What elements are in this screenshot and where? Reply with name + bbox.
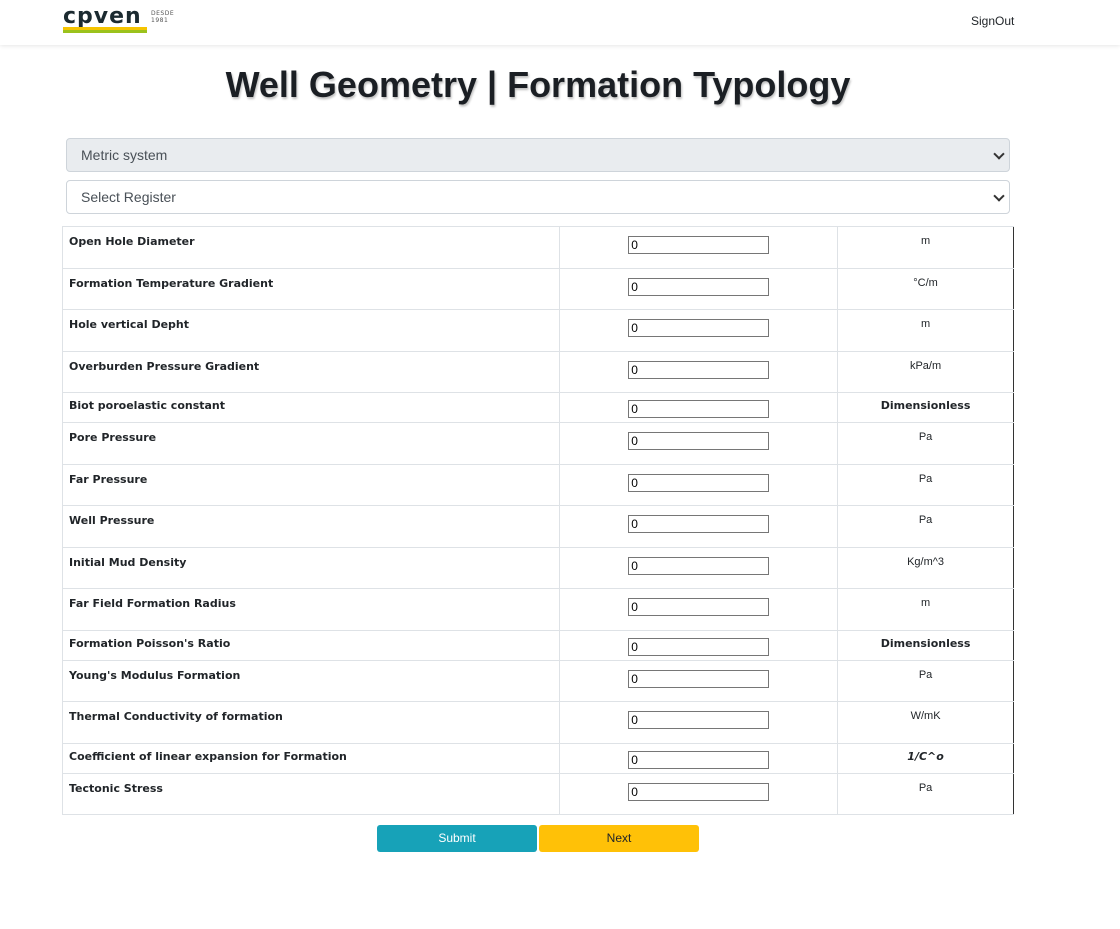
parameter-value-input[interactable]	[628, 598, 770, 616]
logo-since-text: DESDE 1981	[151, 10, 175, 24]
submit-button[interactable]: Submit	[377, 825, 537, 852]
parameter-unit: 1/C^o	[837, 742, 1014, 774]
parameter-value-input[interactable]	[628, 432, 770, 450]
parameter-unit: Kg/m^3	[837, 546, 1014, 589]
table-row: Biot poroelastic constant Dimensionless	[61, 392, 1014, 423]
parameter-input-cell	[559, 629, 838, 661]
parameter-value-input[interactable]	[628, 360, 770, 379]
parameter-unit: Dimensionless	[837, 629, 1014, 661]
parameter-value-input[interactable]	[628, 236, 770, 254]
parameter-input-cell	[559, 588, 838, 631]
parameter-label: Open Hole Diameter	[61, 226, 560, 269]
parameter-unit: W/mK	[837, 701, 1014, 744]
register-select[interactable]: Select Register	[66, 180, 1010, 214]
parameter-unit: Pa	[837, 422, 1014, 465]
logo-green-stripe	[63, 30, 147, 33]
table-row: Tectonic Stress Pa	[61, 772, 1014, 815]
parameter-value-input[interactable]	[628, 669, 770, 688]
parameter-input-cell	[559, 701, 838, 744]
table-row: Coefficient of linear expansion for Form…	[61, 742, 1014, 774]
parameter-label: Formation Temperature Gradient	[61, 267, 560, 310]
parameter-unit: m	[837, 588, 1014, 631]
table-row: Thermal Conductivity of formation W/mK	[61, 701, 1014, 744]
table-row: Far Pressure Pa	[61, 463, 1014, 506]
parameter-unit: kPa/m	[837, 350, 1014, 393]
signout-link[interactable]: SignOut	[971, 14, 1014, 28]
unit-system-select[interactable]: Metric system	[66, 138, 1010, 172]
page-title: Well Geometry | Formation Typology	[225, 64, 851, 105]
parameter-input-cell	[559, 422, 838, 465]
parameter-input-cell	[559, 226, 838, 269]
parameter-value-input[interactable]	[628, 637, 770, 656]
parameter-label: Coefficient of linear expansion for Form…	[61, 742, 560, 774]
parameter-input-cell	[559, 267, 838, 310]
table-row: Far Field Formation Radius m	[61, 588, 1014, 631]
parameter-input-cell	[559, 772, 838, 815]
parameter-label: Pore Pressure	[61, 422, 560, 465]
parameter-input-cell	[559, 392, 838, 423]
parameter-input-cell	[559, 546, 838, 589]
parameter-unit: Dimensionless	[837, 392, 1014, 423]
parameter-value-input[interactable]	[628, 400, 770, 418]
parameter-input-cell	[559, 505, 838, 548]
chevron-down-icon	[993, 190, 1005, 202]
parameter-label: Far Pressure	[61, 463, 560, 506]
parameter-unit: m	[837, 226, 1014, 269]
unit-system-value: Metric system	[81, 147, 168, 163]
parameter-label: Overburden Pressure Gradient	[61, 350, 560, 393]
parameter-unit: Pa	[837, 505, 1014, 548]
parameter-label: Well Pressure	[61, 505, 560, 548]
top-navbar: cpven DESDE 1981 SignOut	[0, 0, 1120, 45]
parameter-value-input[interactable]	[628, 473, 770, 492]
parameter-value-input[interactable]	[628, 750, 770, 769]
parameter-input-cell	[559, 309, 838, 352]
register-value: Select Register	[81, 189, 176, 205]
table-row: Hole vertical Depht m	[61, 309, 1014, 352]
parameter-label: Formation Poisson's Ratio	[61, 629, 560, 661]
parameter-label: Initial Mud Density	[61, 546, 560, 589]
parameter-unit: °C/m	[837, 267, 1014, 310]
table-row: Young's Modulus Formation Pa	[61, 659, 1014, 702]
parameter-label: Far Field Formation Radius	[61, 588, 560, 631]
parameters-table: Open Hole DiametermFormation Temperature…	[61, 226, 1014, 815]
table-row: Formation Temperature Gradient °C/m	[61, 267, 1014, 310]
parameter-label: Tectonic Stress	[61, 772, 560, 815]
parameter-input-cell	[559, 350, 838, 393]
parameter-unit: Pa	[837, 659, 1014, 702]
parameter-input-cell	[559, 742, 838, 774]
parameter-value-input[interactable]	[628, 515, 770, 533]
parameter-input-cell	[559, 659, 838, 702]
table-row: Formation Poisson's Ratio Dimensionless	[61, 629, 1014, 661]
parameter-label: Thermal Conductivity of formation	[61, 701, 560, 744]
table-row: Pore Pressure Pa	[61, 422, 1014, 465]
parameter-value-input[interactable]	[628, 556, 770, 575]
parameter-input-cell	[559, 463, 838, 506]
table-row: Initial Mud Density Kg/m^3	[61, 546, 1014, 589]
parameter-unit: Pa	[837, 463, 1014, 506]
parameter-unit: Pa	[837, 772, 1014, 815]
table-row: Well Pressure Pa	[61, 505, 1014, 548]
next-button[interactable]: Next	[539, 825, 699, 852]
chevron-down-icon	[993, 148, 1005, 160]
parameter-value-input[interactable]	[628, 277, 770, 296]
table-row: Open Hole Diameter m	[61, 226, 1014, 269]
table-row: Overburden Pressure Gradient kPa/m	[61, 350, 1014, 393]
parameter-value-input[interactable]	[628, 782, 770, 801]
parameter-label: Biot poroelastic constant	[61, 392, 560, 423]
parameter-unit: m	[837, 309, 1014, 352]
parameter-label: Hole vertical Depht	[61, 309, 560, 352]
cpven-logo[interactable]: cpven DESDE 1981	[63, 4, 178, 35]
parameter-value-input[interactable]	[628, 319, 770, 337]
parameter-label: Young's Modulus Formation	[61, 659, 560, 702]
parameter-value-input[interactable]	[628, 711, 770, 729]
